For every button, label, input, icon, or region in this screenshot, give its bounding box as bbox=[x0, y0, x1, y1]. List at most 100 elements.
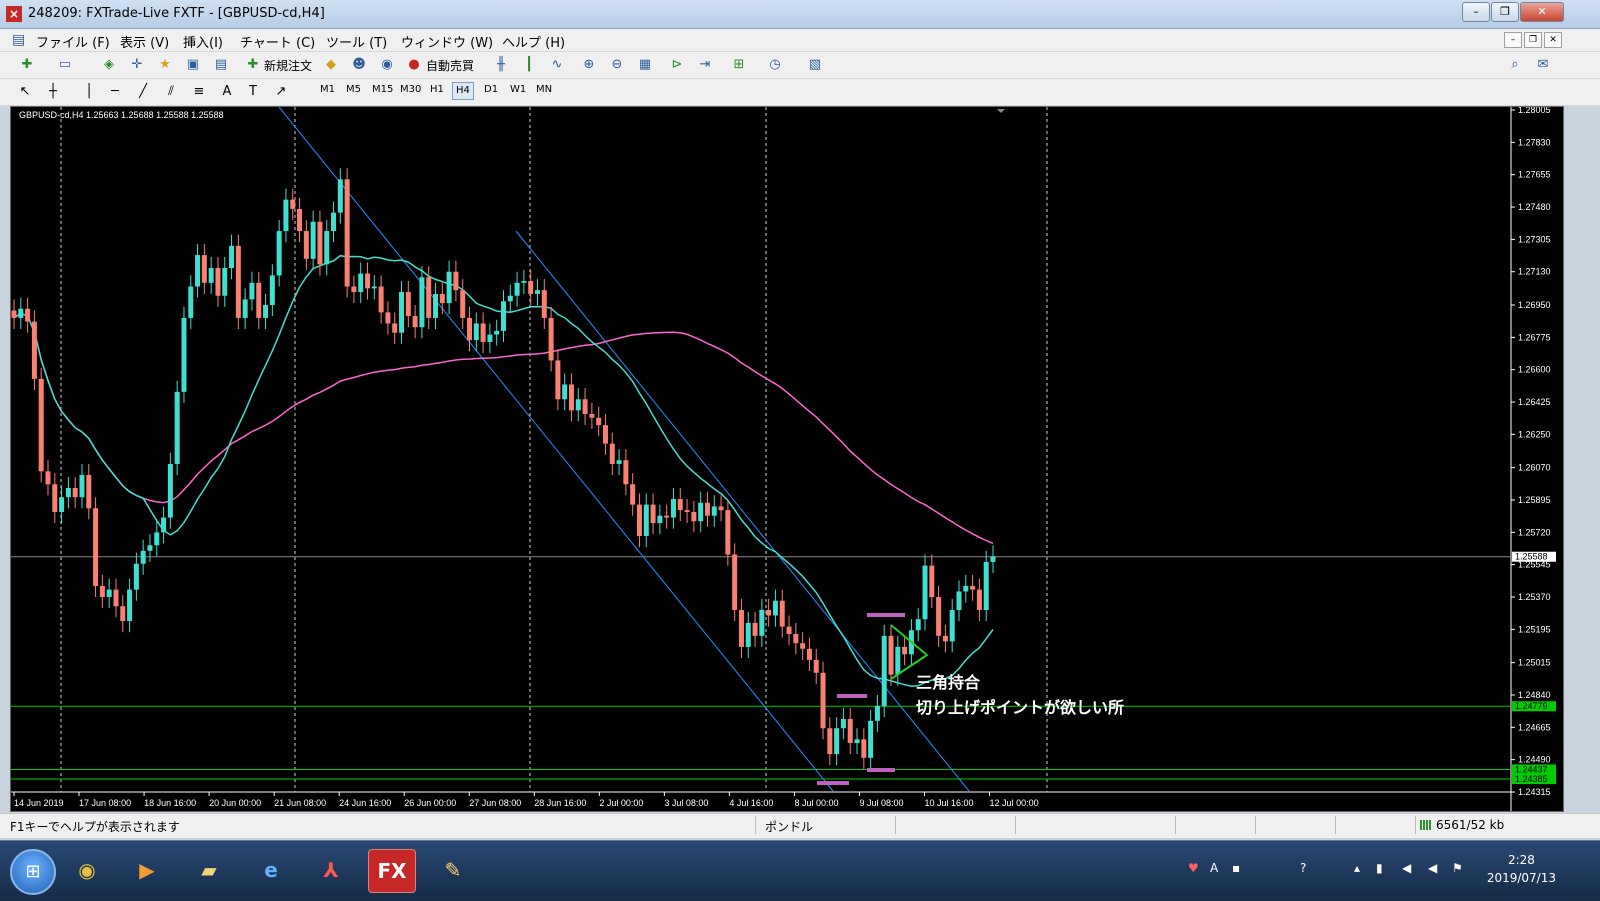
line-chart-icon[interactable]: ∿ bbox=[548, 56, 566, 74]
candle-body bbox=[426, 277, 432, 318]
chart-shift-icon[interactable]: ⇥ bbox=[696, 56, 714, 74]
mdi-restore-button[interactable]: ❐ bbox=[1524, 32, 1542, 48]
menu-insert[interactable]: 挿入(I) bbox=[183, 32, 223, 51]
candle-body bbox=[324, 231, 330, 265]
new-order-button[interactable]: 新規注文 bbox=[264, 57, 312, 74]
chat-icon[interactable]: ☻ bbox=[350, 56, 368, 74]
explorer-icon[interactable]: ▰ bbox=[186, 849, 232, 891]
chat-bubble-icon[interactable]: ✉ bbox=[1534, 56, 1552, 74]
text-label-icon[interactable]: T bbox=[244, 83, 262, 101]
candle-body bbox=[256, 282, 262, 318]
timeframe-m1[interactable]: M1 bbox=[320, 84, 335, 95]
maximize-button[interactable]: ❐ bbox=[1491, 2, 1519, 22]
data-window-icon[interactable]: ✛ bbox=[128, 56, 146, 74]
channel-icon[interactable]: ⫽ bbox=[162, 83, 180, 101]
menu-help[interactable]: ヘルプ (H) bbox=[502, 32, 565, 51]
zoom-out-icon[interactable]: ⊖ bbox=[608, 56, 626, 74]
tester-icon[interactable]: ▤ bbox=[212, 56, 230, 74]
media-player-icon[interactable]: ▶ bbox=[124, 849, 170, 891]
timeframe-m15[interactable]: M15 bbox=[372, 84, 393, 95]
timeframe-m30[interactable]: M30 bbox=[400, 84, 421, 95]
timeframe-mn[interactable]: MN bbox=[536, 84, 552, 95]
time-tick-label: 14 Jun 2019 bbox=[14, 798, 64, 808]
candle-body bbox=[936, 597, 942, 636]
start-button[interactable]: ⊞ bbox=[10, 849, 56, 895]
timeframe-h4[interactable]: H4 bbox=[452, 82, 474, 100]
candle-body bbox=[718, 506, 724, 511]
mdi-minimize-button[interactable]: – bbox=[1504, 32, 1522, 48]
navigator-icon[interactable]: ★ bbox=[156, 56, 174, 74]
profiles-icon[interactable]: ▭ bbox=[56, 56, 74, 74]
terminal-icon[interactable]: ▣ bbox=[184, 56, 202, 74]
alert-icon[interactable]: ♥ bbox=[1188, 861, 1199, 875]
bar-chart-icon[interactable]: ╫ bbox=[492, 56, 510, 74]
new-order-icon[interactable]: ✚ bbox=[244, 56, 262, 74]
fibonacci-icon[interactable]: ≡ bbox=[190, 83, 208, 101]
indicators-icon[interactable]: ⊞ bbox=[730, 56, 748, 74]
signals-icon[interactable]: ◉ bbox=[378, 56, 396, 74]
chart-window[interactable]: GBPUSD-cd,H4 1.25663 1.25688 1.25588 1.2… bbox=[10, 106, 1564, 812]
menu-chart[interactable]: チャート (C) bbox=[240, 32, 315, 51]
system-clock[interactable]: 2:28 2019/07/13 bbox=[1487, 851, 1556, 887]
periods-icon[interactable]: ◷ bbox=[766, 56, 784, 74]
time-tick-label: 3 Jul 08:00 bbox=[664, 798, 708, 808]
search-icon[interactable]: ⌕ bbox=[1506, 56, 1524, 74]
acrobat-icon[interactable]: ⅄ bbox=[308, 849, 354, 891]
help-icon[interactable]: ? bbox=[1300, 861, 1306, 875]
candle-body bbox=[738, 609, 744, 647]
price-tick-label: 1.26775 bbox=[1518, 332, 1551, 342]
templates-icon[interactable]: ▧ bbox=[806, 56, 824, 74]
candle-body bbox=[806, 648, 812, 660]
zoom-in-icon[interactable]: ⊕ bbox=[580, 56, 598, 74]
candle-body bbox=[691, 511, 697, 522]
ime-icon[interactable]: A bbox=[1210, 861, 1218, 875]
crosshair-icon[interactable]: ┼ bbox=[44, 83, 62, 101]
metaeditor-icon[interactable]: ◆ bbox=[322, 56, 340, 74]
market-watch-icon[interactable]: ◈ bbox=[100, 56, 118, 74]
support-level-label: 1.24437 bbox=[1515, 764, 1548, 774]
timeframe-d1[interactable]: D1 bbox=[484, 84, 498, 95]
mdi-close-button[interactable]: ✕ bbox=[1544, 32, 1562, 48]
price-chart[interactable]: GBPUSD-cd,H4 1.25663 1.25688 1.25588 1.2… bbox=[11, 107, 1563, 811]
time-tick-label: 8 Jul 00:00 bbox=[794, 798, 838, 808]
candle-body bbox=[970, 585, 976, 590]
horizontal-line-icon[interactable]: ─ bbox=[106, 83, 124, 101]
time-tick-label: 28 Jun 16:00 bbox=[534, 798, 586, 808]
volume-icon[interactable]: ◀ bbox=[1402, 861, 1411, 875]
timeframe-w1[interactable]: W1 bbox=[510, 84, 526, 95]
show-hidden-icon[interactable]: ▴ bbox=[1354, 861, 1360, 875]
timeframe-m5[interactable]: M5 bbox=[346, 84, 361, 95]
menu-tools[interactable]: ツール (T) bbox=[326, 32, 387, 51]
menu-view[interactable]: 表示 (V) bbox=[120, 32, 169, 51]
paint-icon[interactable]: ✎ bbox=[430, 849, 476, 891]
minimize-button[interactable]: – bbox=[1462, 2, 1490, 22]
fx-app-icon[interactable]: FX bbox=[368, 849, 416, 893]
candlestick-icon[interactable]: ┃ bbox=[520, 56, 538, 74]
timeframe-h1[interactable]: H1 bbox=[430, 84, 444, 95]
auto-trade-button[interactable]: 自動売買 bbox=[426, 57, 474, 74]
menu-window[interactable]: ウィンドウ (W) bbox=[401, 32, 493, 51]
price-tick-label: 1.24665 bbox=[1518, 722, 1551, 732]
vertical-line-icon[interactable]: │ bbox=[80, 83, 98, 101]
speaker-icon[interactable]: ◀ bbox=[1428, 861, 1437, 875]
new-chart-icon[interactable]: ✚ bbox=[18, 56, 36, 74]
arrows-icon[interactable]: ↗ bbox=[272, 83, 290, 101]
ime-mode-icon[interactable]: ▪ bbox=[1232, 861, 1240, 875]
chrome-icon[interactable]: ◉ bbox=[64, 849, 110, 891]
cursor-icon[interactable]: ↖ bbox=[16, 83, 34, 101]
candle-body bbox=[657, 515, 663, 524]
candle-body bbox=[439, 293, 445, 304]
close-button[interactable]: ✕ bbox=[1520, 2, 1564, 22]
flag-icon[interactable]: ⚑ bbox=[1452, 861, 1463, 875]
document-icon[interactable]: ▤ bbox=[12, 32, 25, 48]
tile-windows-icon[interactable]: ▦ bbox=[636, 56, 654, 74]
network-icon[interactable]: ▮ bbox=[1376, 861, 1383, 875]
menu-file[interactable]: ファイル (F) bbox=[36, 32, 110, 51]
time-tick-label: 18 Jun 16:00 bbox=[144, 798, 196, 808]
auto-trade-icon[interactable]: ● bbox=[405, 56, 423, 74]
internet-explorer-icon[interactable]: e bbox=[248, 849, 294, 891]
price-tick-label: 1.27480 bbox=[1518, 202, 1551, 212]
trendline-icon[interactable]: ╱ bbox=[134, 83, 152, 101]
text-icon[interactable]: A bbox=[218, 83, 236, 101]
auto-scroll-icon[interactable]: ⊳ bbox=[668, 56, 686, 74]
